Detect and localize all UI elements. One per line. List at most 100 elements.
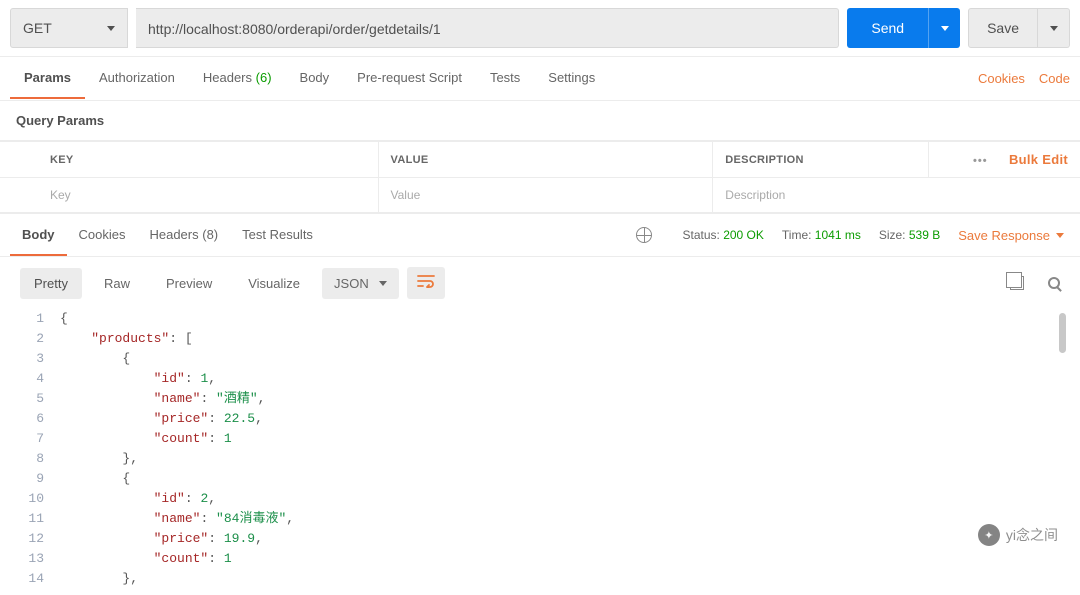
code-content: "price": 19.9, xyxy=(60,529,263,549)
wechat-icon: ✦ xyxy=(978,524,1000,546)
code-line: 6 "price": 22.5, xyxy=(0,409,1080,429)
col-description: DESCRIPTION xyxy=(713,142,929,178)
table-row[interactable]: Key Value Description xyxy=(0,178,1080,213)
request-bar: GET http://localhost:8080/orderapi/order… xyxy=(0,0,1080,57)
globe-icon[interactable] xyxy=(636,227,652,243)
viewer-format-select[interactable]: JSON xyxy=(322,268,399,299)
viewer-preview[interactable]: Preview xyxy=(152,268,226,299)
resp-tab-headers-count: (8) xyxy=(202,227,218,242)
code-content: "name": "84消毒液", xyxy=(60,509,294,529)
resp-tab-body[interactable]: Body xyxy=(10,215,67,256)
tab-headers[interactable]: Headers (6) xyxy=(189,58,286,99)
code-line: 8 }, xyxy=(0,449,1080,469)
watermark: ✦ yi念之间 xyxy=(978,524,1058,546)
response-meta: Status: 200 OK Time: 1041 ms Size: 539 B… xyxy=(636,227,1064,243)
code-line: 1{ xyxy=(0,309,1080,329)
resp-tab-headers[interactable]: Headers (8) xyxy=(137,215,230,256)
viewer-raw[interactable]: Raw xyxy=(90,268,144,299)
copy-icon[interactable] xyxy=(1010,276,1024,290)
send-button[interactable]: Send xyxy=(847,8,928,48)
resp-tab-cookies[interactable]: Cookies xyxy=(67,215,138,256)
line-number: 8 xyxy=(0,449,60,469)
url-input[interactable]: http://localhost:8080/orderapi/order/get… xyxy=(136,8,839,48)
time-value: 1041 ms xyxy=(815,228,861,242)
code-content: }, xyxy=(60,569,138,589)
line-number: 2 xyxy=(0,329,60,349)
status-label: Status: xyxy=(682,228,719,242)
chevron-down-icon xyxy=(941,26,949,31)
chevron-down-icon xyxy=(107,26,115,31)
size-value: 539 B xyxy=(909,228,940,242)
line-number: 4 xyxy=(0,369,60,389)
line-number: 10 xyxy=(0,489,60,509)
code-content: "name": "酒精", xyxy=(60,389,265,409)
save-dropdown-button[interactable] xyxy=(1038,8,1070,48)
watermark-text: yi念之间 xyxy=(1006,525,1058,545)
line-number: 3 xyxy=(0,349,60,369)
code-content: "count": 1 xyxy=(60,549,232,569)
viewer-visualize[interactable]: Visualize xyxy=(234,268,314,299)
tab-body[interactable]: Body xyxy=(286,58,344,99)
tab-settings[interactable]: Settings xyxy=(534,58,609,99)
cookies-link[interactable]: Cookies xyxy=(978,71,1025,86)
save-response-label: Save Response xyxy=(958,228,1050,243)
time-label: Time: xyxy=(782,228,812,242)
code-line: 11 "name": "84消毒液", xyxy=(0,509,1080,529)
line-number: 12 xyxy=(0,529,60,549)
code-line: 5 "name": "酒精", xyxy=(0,389,1080,409)
search-icon[interactable] xyxy=(1048,277,1060,289)
code-line: 14 }, xyxy=(0,569,1080,589)
code-content: { xyxy=(60,309,68,329)
viewer-pretty[interactable]: Pretty xyxy=(20,268,82,299)
code-content: "price": 22.5, xyxy=(60,409,263,429)
wrap-icon xyxy=(417,274,435,288)
code-line: 7 "count": 1 xyxy=(0,429,1080,449)
method-select[interactable]: GET xyxy=(10,8,128,48)
tab-headers-label: Headers xyxy=(203,70,252,85)
save-response-link[interactable]: Save Response xyxy=(958,228,1064,243)
tab-params[interactable]: Params xyxy=(10,58,85,99)
value-input[interactable]: Value xyxy=(378,178,713,213)
line-number: 14 xyxy=(0,569,60,589)
tab-tests[interactable]: Tests xyxy=(476,58,534,99)
viewer-bar: Pretty Raw Preview Visualize JSON xyxy=(0,257,1080,309)
line-number: 11 xyxy=(0,509,60,529)
save-button[interactable]: Save xyxy=(968,8,1038,48)
bulk-edit-link[interactable]: Bulk Edit xyxy=(1009,152,1068,167)
code-line: 12 "price": 19.9, xyxy=(0,529,1080,549)
code-content: { xyxy=(60,349,130,369)
method-value: GET xyxy=(23,20,52,36)
resp-tab-testresults[interactable]: Test Results xyxy=(230,215,325,256)
code-content: "id": 1, xyxy=(60,369,216,389)
key-input[interactable]: Key xyxy=(0,178,378,213)
code-line: 2 "products": [ xyxy=(0,329,1080,349)
code-content: { xyxy=(60,469,130,489)
size-label: Size: xyxy=(879,228,906,242)
code-line: 9 { xyxy=(0,469,1080,489)
chevron-down-icon xyxy=(1056,233,1064,238)
code-content: }, xyxy=(60,449,138,469)
line-number: 6 xyxy=(0,409,60,429)
response-body-viewer[interactable]: 1{2 "products": [3 {4 "id": 1,5 "name": … xyxy=(0,309,1080,595)
code-content: "id": 2, xyxy=(60,489,216,509)
code-line: 10 "id": 2, xyxy=(0,489,1080,509)
line-number: 5 xyxy=(0,389,60,409)
col-key: KEY xyxy=(0,142,378,178)
scrollbar-thumb[interactable] xyxy=(1059,313,1066,353)
code-line: 4 "id": 1, xyxy=(0,369,1080,389)
query-params-table: KEY VALUE DESCRIPTION ••• Bulk Edit Key … xyxy=(0,141,1080,213)
code-line: 13 "count": 1 xyxy=(0,549,1080,569)
wrap-lines-button[interactable] xyxy=(407,267,445,299)
code-line: 3 { xyxy=(0,349,1080,369)
tab-authorization[interactable]: Authorization xyxy=(85,58,189,99)
more-icon[interactable]: ••• xyxy=(973,155,988,167)
resp-tab-headers-label: Headers xyxy=(149,227,198,242)
tab-headers-count: (6) xyxy=(256,70,272,85)
send-dropdown-button[interactable] xyxy=(928,8,960,48)
response-tabs: Body Cookies Headers (8) Test Results St… xyxy=(0,213,1080,257)
code-content: "count": 1 xyxy=(60,429,232,449)
code-link[interactable]: Code xyxy=(1039,71,1070,86)
tab-prerequest[interactable]: Pre-request Script xyxy=(343,58,476,99)
description-input[interactable]: Description xyxy=(713,178,1080,213)
status-value: 200 OK xyxy=(723,228,764,242)
